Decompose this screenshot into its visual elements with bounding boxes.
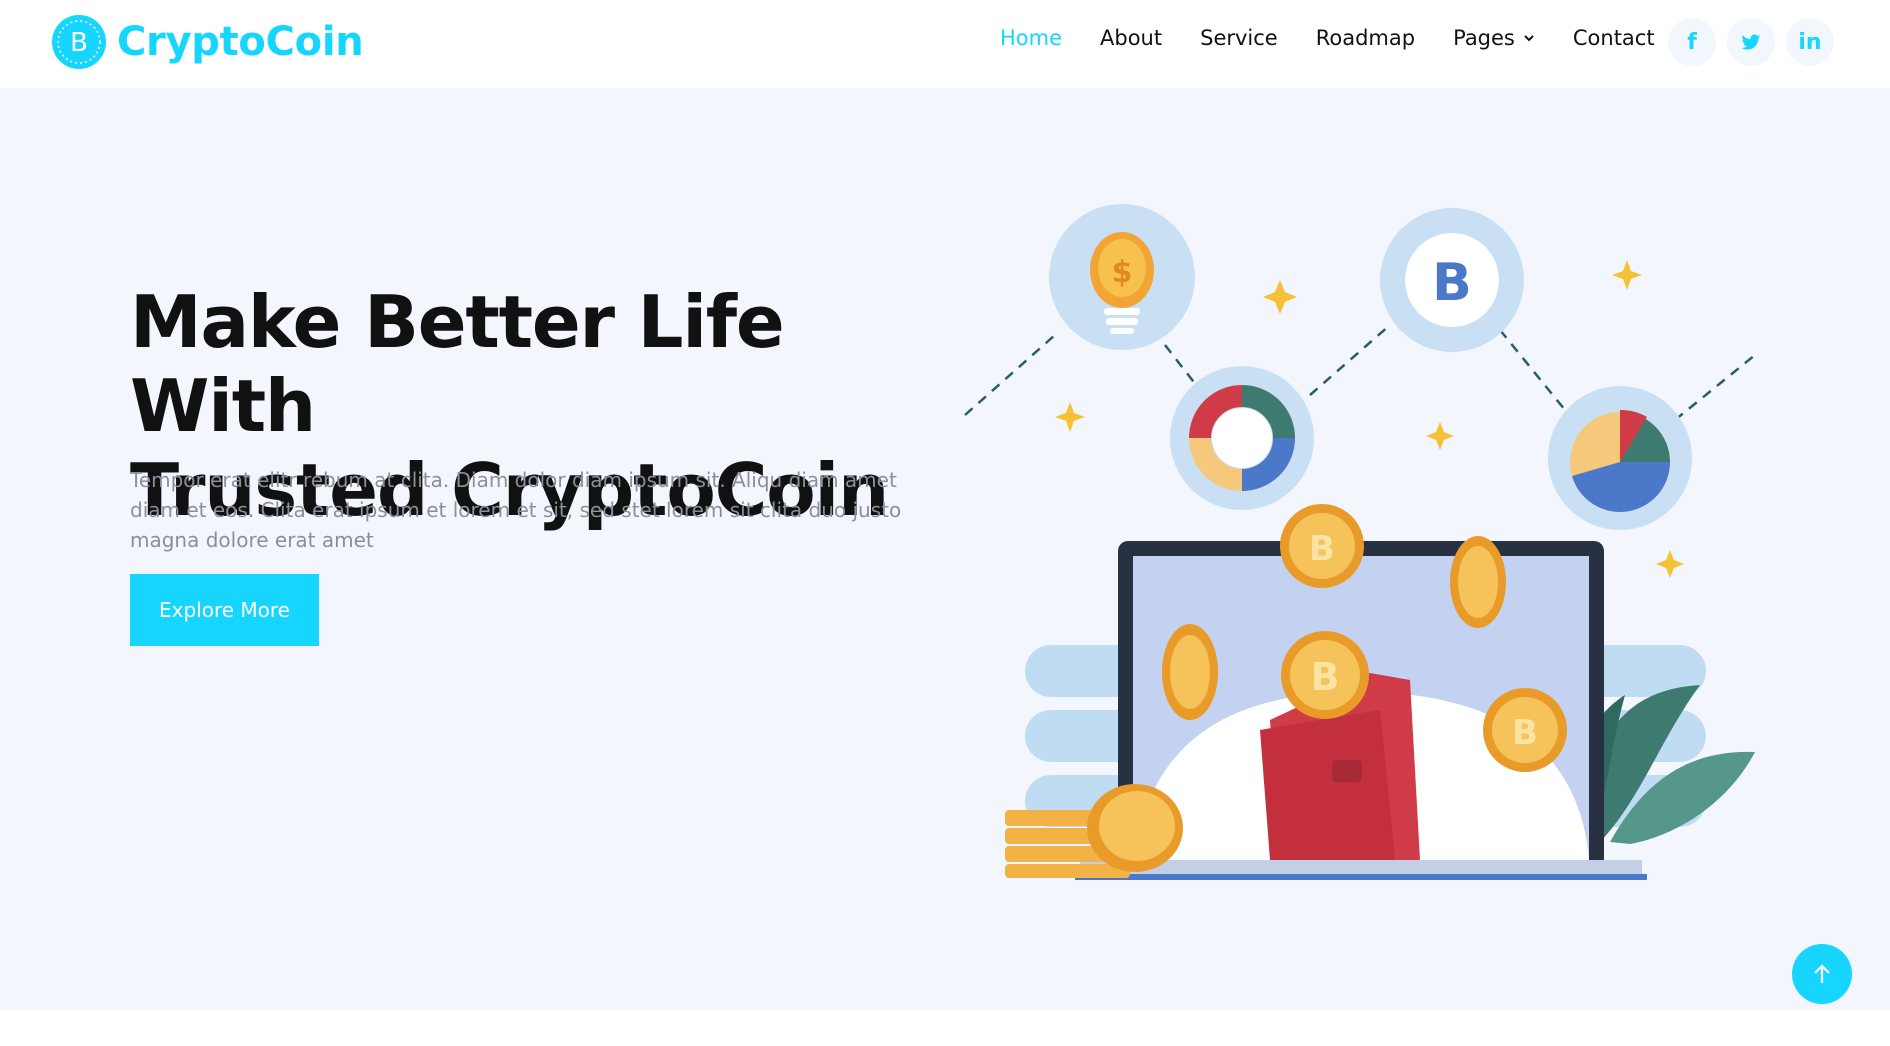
nav-home[interactable]: Home [1000,26,1062,50]
bitcoin-icon: B [52,15,106,69]
page-bottom-strip [0,1010,1890,1046]
chevron-down-icon [1524,35,1534,42]
nav-roadmap[interactable]: Roadmap [1316,26,1415,50]
twitter-bird-icon [1741,34,1761,50]
back-to-top-button[interactable] [1792,944,1852,1004]
svg-text:B: B [1512,713,1538,753]
nav-about[interactable]: About [1100,26,1162,50]
svg-text:$: $ [1112,255,1133,290]
arrow-up-icon [1814,964,1830,983]
hero-title-line-1: Make Better Life With [130,280,785,448]
nav-pages-label: Pages [1453,26,1515,50]
explore-more-button[interactable]: Explore More [130,574,319,646]
brand-logo-link[interactable]: B CryptoCoin [52,15,364,69]
top-navbar: B CryptoCoin Home About Service Roadmap … [0,0,1890,88]
svg-text:B: B [1432,253,1472,313]
crypto-wallet-illustration: $ B B B B [964,204,1756,880]
svg-text:B: B [1309,529,1335,569]
nav-contact[interactable]: Contact [1573,26,1655,50]
hero-description: Tempor erat elitr rebum at clita. Diam d… [130,468,902,552]
main-nav: Home About Service Roadmap Pages Contact [1000,26,1693,50]
twitter-icon[interactable] [1727,18,1775,66]
linkedin-icon[interactable]: in [1786,18,1834,66]
social-links: f in [1668,18,1845,66]
facebook-icon[interactable]: f [1668,18,1716,66]
brand-name: CryptoCoin [117,19,364,65]
svg-text:B: B [1311,655,1340,699]
nav-pages-dropdown[interactable]: Pages [1453,26,1535,50]
nav-service[interactable]: Service [1200,26,1278,50]
svg-text:B: B [70,28,88,58]
